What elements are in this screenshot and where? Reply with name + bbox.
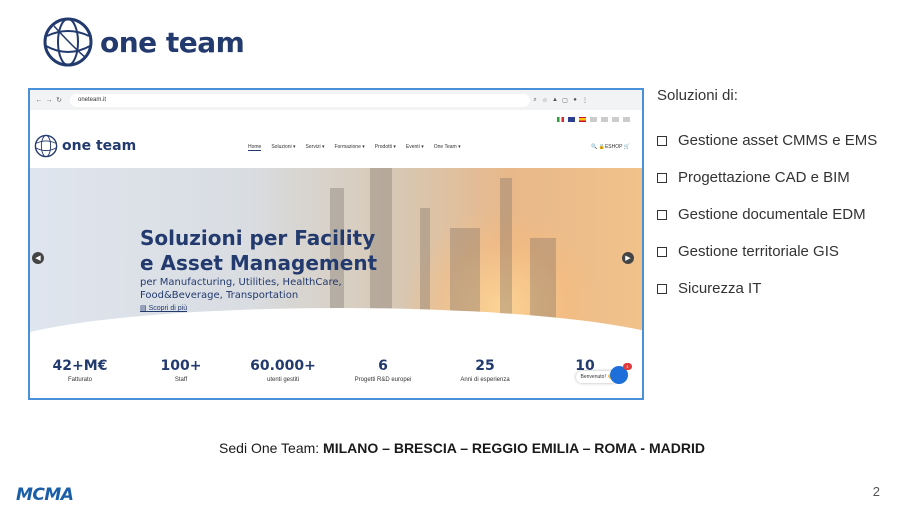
site-logo[interactable]: one team xyxy=(34,134,136,158)
reload-icon[interactable]: ↻ xyxy=(54,96,64,104)
solution-label: Progettazione CAD e BIM xyxy=(678,169,850,186)
stat-item: 60.000+ utenti gestiti xyxy=(238,358,328,383)
stat-label: Anni di esperienza xyxy=(460,377,510,383)
zoom-icon[interactable]: ⌕ xyxy=(530,97,540,104)
hero-title: Soluzioni per Facility e Asset Managemen… xyxy=(140,226,377,276)
discover-link[interactable]: ▤ Scopri di più xyxy=(140,304,187,312)
stat-number: 25 xyxy=(475,358,495,374)
nav-servizi[interactable]: Servizi ▾ xyxy=(306,144,325,151)
nav-one-team[interactable]: One Team ▾ xyxy=(434,144,461,151)
globe-icon xyxy=(43,17,93,67)
stat-number: 100+ xyxy=(160,358,202,374)
discover-link-label: Scopri di più xyxy=(148,305,188,312)
offices-label: Sedi One Team: xyxy=(219,440,320,456)
solution-label: Sicurezza IT xyxy=(678,280,762,297)
star-icon[interactable]: ☆ xyxy=(540,97,550,104)
slide-brand: one team xyxy=(100,25,245,59)
checkbox-bullet-icon xyxy=(657,135,667,146)
nav-soluzioni[interactable]: Soluzioni ▾ xyxy=(271,144,295,151)
nav-formazione[interactable]: Formazione ▾ xyxy=(334,144,364,151)
address-bar[interactable]: oneteam.it xyxy=(70,93,530,107)
mcma-logo: MCMA xyxy=(16,485,74,505)
extension-icon[interactable]: ▲ xyxy=(550,97,560,103)
stat-label: Staff xyxy=(174,377,188,383)
social-icon[interactable] xyxy=(623,117,630,122)
social-icon[interactable] xyxy=(612,117,619,122)
profile-icon[interactable]: ● xyxy=(570,97,580,103)
list-item: Progettazione CAD e BIM xyxy=(657,159,877,196)
stat-number: 6 xyxy=(378,358,388,374)
stat-item: 25 Anni di esperienza xyxy=(440,358,530,383)
back-icon[interactable]: ← xyxy=(34,97,44,104)
solution-label: Gestione asset CMMS e EMS xyxy=(678,132,878,149)
nav-home[interactable]: Home xyxy=(248,144,262,151)
solution-label: Gestione territoriale GIS xyxy=(678,243,839,260)
flag-uk-icon[interactable] xyxy=(568,117,575,122)
stat-item: 42+M€ Fatturato xyxy=(35,358,125,383)
list-item: Gestione territoriale GIS xyxy=(657,233,877,270)
next-slide-icon[interactable]: ▶ xyxy=(622,252,634,264)
url-text: oneteam.it xyxy=(78,97,107,103)
solution-label: Gestione documentale EDM xyxy=(678,206,866,223)
tabs-icon[interactable]: ▢ xyxy=(560,97,570,104)
stat-item: 100+ Staff xyxy=(136,358,226,383)
chat-badge: 1 xyxy=(623,363,632,370)
language-flags xyxy=(557,117,630,122)
eshop-link[interactable]: 🔍 🔒ESHOP 🛒 xyxy=(591,144,630,150)
solutions-title: Soluzioni di: xyxy=(657,87,738,104)
stats-row: 42+M€ Fatturato 100+ Staff 60.000+ utent… xyxy=(30,358,642,398)
flag-es-icon[interactable] xyxy=(579,117,586,122)
forward-icon[interactable]: → xyxy=(44,97,54,104)
page-number: 2 xyxy=(872,484,880,499)
stat-label: Fatturato xyxy=(67,377,92,383)
social-icon[interactable] xyxy=(590,117,597,122)
nav-prodotti[interactable]: Prodotti ▾ xyxy=(375,144,396,151)
offices-line: Sedi One Team: MILANO – BRESCIA – REGGIO… xyxy=(0,440,924,456)
browser-toolbar: ← → ↻ oneteam.it ⌕ ☆ ▲ ▢ ● ⋮ xyxy=(30,90,642,110)
globe-icon xyxy=(34,134,58,158)
checkbox-bullet-icon xyxy=(657,283,667,294)
stat-label: Progetti R&D europei xyxy=(354,377,412,383)
website-screenshot: ← → ↻ oneteam.it ⌕ ☆ ▲ ▢ ● ⋮ one team Ho… xyxy=(28,88,644,400)
checkbox-bullet-icon xyxy=(657,246,667,257)
social-icon[interactable] xyxy=(601,117,608,122)
hero-title-line-1: Soluzioni per Facility xyxy=(140,226,376,250)
prev-slide-icon[interactable]: ◀ xyxy=(32,252,44,264)
solutions-list: Gestione asset CMMS e EMS Progettazione … xyxy=(657,122,877,307)
one-team-logo: one team xyxy=(42,16,245,68)
stat-number: 42+M€ xyxy=(52,358,108,374)
site-header: one team Home Soluzioni ▾ Servizi ▾ Form… xyxy=(30,130,642,164)
list-item: Sicurezza IT xyxy=(657,270,877,307)
hero-title-line-2: e Asset Management xyxy=(140,251,378,275)
checkbox-bullet-icon xyxy=(657,209,667,220)
site-nav: Home Soluzioni ▾ Servizi ▾ Formazione ▾ … xyxy=(248,144,461,151)
stat-number: 60.000+ xyxy=(250,358,316,374)
nav-eventi[interactable]: Eventi ▾ xyxy=(406,144,424,151)
list-item: Gestione documentale EDM xyxy=(657,196,877,233)
hero-subtitle: per Manufacturing, Utilities, HealthCare… xyxy=(140,277,342,301)
offices-cities: MILANO – BRESCIA – REGGIO EMILIA – ROMA … xyxy=(319,440,705,456)
stat-item: 6 Progetti R&D europei xyxy=(338,358,428,383)
checkbox-bullet-icon xyxy=(657,172,667,183)
stat-label: utenti gestiti xyxy=(266,377,300,383)
hero-banner: Soluzioni per Facility e Asset Managemen… xyxy=(30,168,642,358)
menu-icon[interactable]: ⋮ xyxy=(580,97,590,104)
list-item: Gestione asset CMMS e EMS xyxy=(657,122,877,159)
site-brand: one team xyxy=(62,138,137,154)
flag-it-icon[interactable] xyxy=(557,117,564,122)
